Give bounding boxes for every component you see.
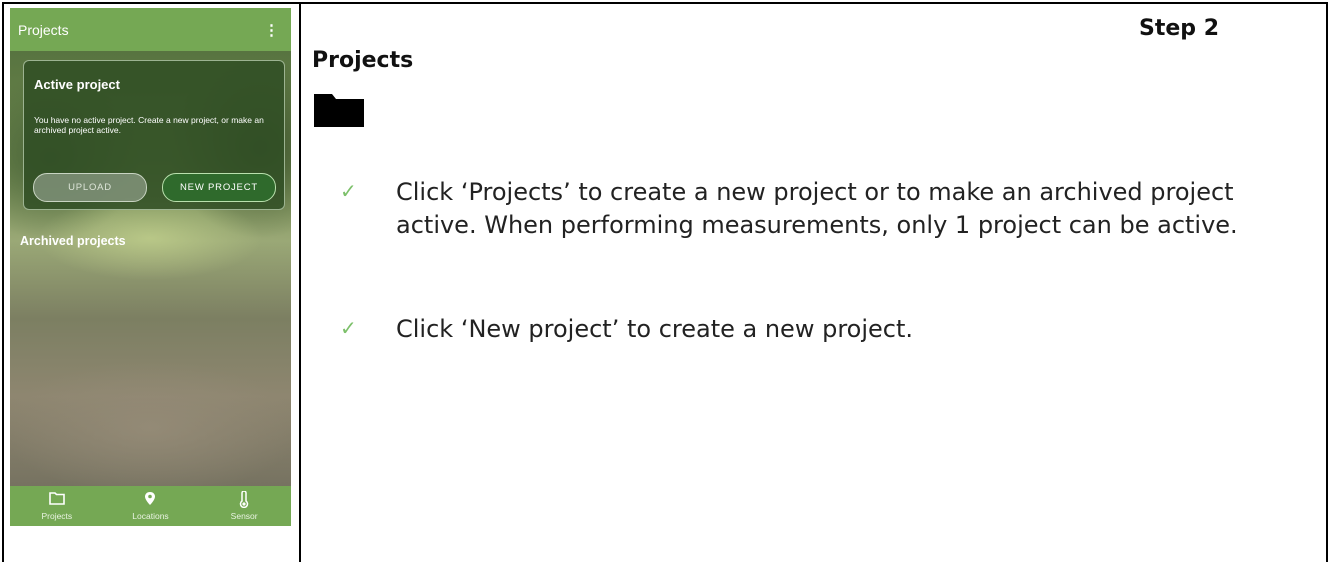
checkmark-icon: ✓: [340, 316, 357, 340]
bottom-navigation: Projects Locations Sensor: [10, 486, 291, 526]
folder-icon: [17, 491, 97, 509]
table-column-divider: [299, 2, 301, 562]
checkmark-icon: ✓: [340, 179, 357, 203]
folder-icon: [314, 94, 364, 127]
phone-screenshot: Projects ⋮ Active project You have no ac…: [10, 8, 291, 526]
thermometer-icon: [204, 490, 284, 509]
instruction-item: ✓ Click ‘Projects’ to create a new proje…: [340, 176, 1290, 242]
nav-item-locations[interactable]: Locations: [110, 486, 190, 521]
app-bar: Projects ⋮: [10, 8, 291, 51]
table-left-border: [2, 2, 4, 562]
active-project-message: You have no active project. Create a new…: [34, 115, 264, 135]
instruction-text: Click ‘Projects’ to create a new project…: [396, 178, 1238, 239]
nav-label-sensor: Sensor: [230, 511, 258, 521]
instruction-item: ✓ Click ‘New project’ to create a new pr…: [340, 313, 1290, 346]
location-pin-icon: [110, 491, 190, 509]
nav-item-sensor[interactable]: Sensor: [204, 486, 284, 521]
table-right-border: [1326, 2, 1328, 562]
archived-projects-title: Archived projects: [20, 234, 126, 248]
active-project-title: Active project: [34, 77, 120, 92]
nav-label-locations: Locations: [132, 511, 169, 521]
overflow-menu-icon[interactable]: ⋮: [264, 21, 291, 39]
new-project-button[interactable]: NEW PROJECT: [162, 173, 276, 202]
step-label: Step 2: [1139, 16, 1219, 41]
instruction-text: Click ‘New project’ to create a new proj…: [396, 315, 914, 343]
app-title: Projects: [18, 21, 69, 38]
section-heading: Projects: [312, 48, 414, 73]
upload-button[interactable]: UPLOAD: [33, 173, 147, 202]
active-project-card: Active project You have no active projec…: [23, 60, 285, 210]
table-top-border: [2, 2, 1328, 4]
nav-label-projects: Projects: [41, 511, 73, 521]
nav-item-projects[interactable]: Projects: [17, 486, 97, 521]
